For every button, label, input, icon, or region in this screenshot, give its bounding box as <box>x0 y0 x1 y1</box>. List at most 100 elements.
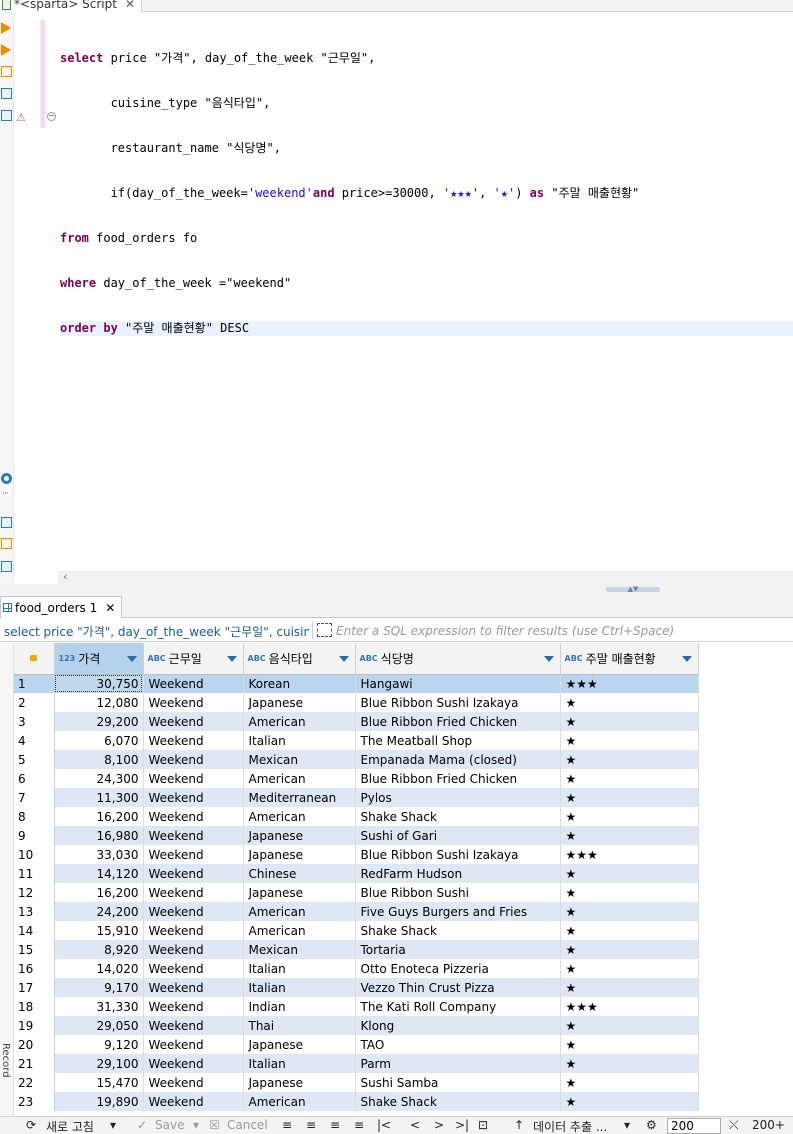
weekend-status-cell[interactable]: ★ <box>560 959 699 978</box>
weekend-status-cell[interactable]: ★ <box>560 940 699 959</box>
price-cell[interactable]: 29,050 <box>54 1016 144 1035</box>
table-row[interactable]: 1 30,750 Weekend Korean Hangawi ★★★ <box>14 674 699 693</box>
row-number[interactable]: 9 <box>14 826 55 845</box>
workday-cell[interactable]: Weekend <box>143 921 244 940</box>
workday-cell[interactable]: Weekend <box>143 883 244 902</box>
row-number[interactable]: 20 <box>14 1035 55 1054</box>
restaurant-cell[interactable]: Blue Ribbon Sushi Izakaya <box>355 693 561 712</box>
column-header-cuisine[interactable]: ABC 음식타입 <box>243 643 356 675</box>
cuisine-cell[interactable]: Chinese <box>243 864 356 883</box>
restaurant-cell[interactable]: The Kati Roll Company <box>355 997 561 1016</box>
sort-dropdown-icon[interactable] <box>126 656 137 662</box>
cuisine-cell[interactable]: Mexican <box>243 940 356 959</box>
cuisine-cell[interactable]: Italian <box>243 1054 356 1073</box>
table-row[interactable]: 17 9,170 Weekend Italian Vezzo Thin Crust Pi… <box>14 978 699 997</box>
execute-statement-icon[interactable] <box>1 22 11 34</box>
restaurant-cell[interactable]: The Meatball Shop <box>355 731 561 750</box>
cuisine-cell[interactable]: American <box>243 921 356 940</box>
restaurant-cell[interactable]: Otto Enoteca Pizzeria <box>355 959 561 978</box>
workday-cell[interactable]: Weekend <box>143 693 244 712</box>
workday-cell[interactable]: Weekend <box>143 1035 244 1054</box>
workday-cell[interactable]: Weekend <box>143 1092 244 1111</box>
workday-cell[interactable]: Weekend <box>143 769 244 788</box>
row-number[interactable]: 4 <box>14 731 55 750</box>
weekend-status-cell[interactable]: ★ <box>560 978 699 997</box>
table-row[interactable]: 16 14,020 Weekend Italian Otto Enoteca Pizze… <box>14 959 699 978</box>
restaurant-cell[interactable]: Five Guys Burgers and Fries <box>355 902 561 921</box>
export-dropdown-icon[interactable]: ▾ <box>624 1118 630 1132</box>
row-number[interactable]: 15 <box>14 940 55 959</box>
table-row[interactable]: 13 24,200 Weekend American Five Guys Burgers… <box>14 902 699 921</box>
workday-cell[interactable]: Weekend <box>143 1054 244 1073</box>
restaurant-cell[interactable]: Vezzo Thin Crust Pizza <box>355 978 561 997</box>
import-icon[interactable] <box>1 538 12 549</box>
cancel-icon[interactable]: ☒ <box>209 1118 220 1132</box>
restaurant-cell[interactable]: Blue Ribbon Sushi <box>355 883 561 902</box>
restaurant-cell[interactable]: Shake Shack <box>355 807 561 826</box>
row-number[interactable]: 17 <box>14 978 55 997</box>
restaurant-cell[interactable]: Parm <box>355 1054 561 1073</box>
expand-filter-icon[interactable] <box>317 623 332 637</box>
filter-input[interactable] <box>336 621 786 640</box>
cuisine-cell[interactable]: Indian <box>243 997 356 1016</box>
weekend-status-cell[interactable]: ★ <box>560 902 699 921</box>
delete-row-icon[interactable]: ≡ <box>354 1118 364 1132</box>
cuisine-cell[interactable]: American <box>243 769 356 788</box>
weekend-status-cell[interactable]: ★★★ <box>560 845 699 864</box>
table-row[interactable]: 19 29,050 Weekend Thai Klong ★ <box>14 1016 699 1035</box>
refresh-icon[interactable]: ⟳ <box>26 1118 36 1132</box>
weekend-status-cell[interactable]: ★ <box>560 826 699 845</box>
workday-cell[interactable]: Weekend <box>143 978 244 997</box>
table-row[interactable]: 21 29,100 Weekend Italian Parm ★ <box>14 1054 699 1073</box>
save-button[interactable]: Save <box>155 1118 184 1132</box>
column-header-weekend-status[interactable]: ABC 주말 매출현황 <box>560 643 699 675</box>
restaurant-cell[interactable]: Sushi Samba <box>355 1073 561 1092</box>
sort-dropdown-icon[interactable] <box>338 656 349 662</box>
row-number[interactable]: 21 <box>14 1054 55 1073</box>
cuisine-cell[interactable]: Japanese <box>243 693 356 712</box>
row-number[interactable]: 16 <box>14 959 55 978</box>
cuisine-cell[interactable]: Mediterranean <box>243 788 356 807</box>
weekend-status-cell[interactable]: ★ <box>560 1092 699 1111</box>
cuisine-cell[interactable]: Japanese <box>243 826 356 845</box>
cuisine-cell[interactable]: Japanese <box>243 1035 356 1054</box>
restaurant-cell[interactable]: Shake Shack <box>355 921 561 940</box>
restaurant-cell[interactable]: Hangawi <box>355 674 561 693</box>
cuisine-cell[interactable]: Japanese <box>243 883 356 902</box>
table-row[interactable]: 14 15,910 Weekend American Shake Shack ★ <box>14 921 699 940</box>
workday-cell[interactable]: Weekend <box>143 826 244 845</box>
table-row[interactable]: 2 12,080 Weekend Japanese Blue Ribbon Sushi … <box>14 693 699 712</box>
price-cell[interactable]: 11,300 <box>54 788 144 807</box>
price-cell[interactable]: 29,200 <box>54 712 144 731</box>
table-row[interactable]: 22 15,470 Weekend Japanese Sushi Samba ★ <box>14 1073 699 1092</box>
export-data-icon[interactable]: ↑ <box>514 1118 524 1132</box>
price-cell[interactable]: 9,120 <box>54 1035 144 1054</box>
weekend-status-cell[interactable]: ★ <box>560 788 699 807</box>
cuisine-cell[interactable]: American <box>243 902 356 921</box>
weekend-status-cell[interactable]: ★ <box>560 1016 699 1035</box>
row-number[interactable]: 5 <box>14 750 55 769</box>
price-cell[interactable]: 14,120 <box>54 864 144 883</box>
column-header-restaurant[interactable]: ABC 식당명 <box>355 643 561 675</box>
cuisine-cell[interactable]: Italian <box>243 731 356 750</box>
restaurant-cell[interactable]: Klong <box>355 1016 561 1035</box>
row-number[interactable]: 13 <box>14 902 55 921</box>
weekend-status-cell[interactable]: ★ <box>560 1035 699 1054</box>
row-number[interactable]: 11 <box>14 864 55 883</box>
close-results-tab-icon[interactable]: ✕ <box>105 601 115 615</box>
execute-script-icon[interactable] <box>1 66 12 77</box>
weekend-status-cell[interactable]: ★ <box>560 1054 699 1073</box>
first-page-icon[interactable]: |< <box>377 1118 391 1132</box>
row-number[interactable]: 22 <box>14 1073 55 1092</box>
workday-cell[interactable]: Weekend <box>143 845 244 864</box>
row-number[interactable]: 19 <box>14 1016 55 1035</box>
table-row[interactable]: 8 16,200 Weekend American Shake Shack ★ <box>14 807 699 826</box>
copy-row-icon[interactable]: ≡ <box>330 1118 340 1132</box>
row-number[interactable]: 2 <box>14 693 55 712</box>
price-cell[interactable]: 8,920 <box>54 940 144 959</box>
price-cell[interactable]: 31,330 <box>54 997 144 1016</box>
table-row[interactable]: 9 16,980 Weekend Japanese Sushi of Gari ★ <box>14 826 699 845</box>
price-cell[interactable]: 6,070 <box>54 731 144 750</box>
table-row[interactable]: 23 19,890 Weekend American Shake Shack ★ <box>14 1092 699 1111</box>
row-number[interactable]: 7 <box>14 788 55 807</box>
